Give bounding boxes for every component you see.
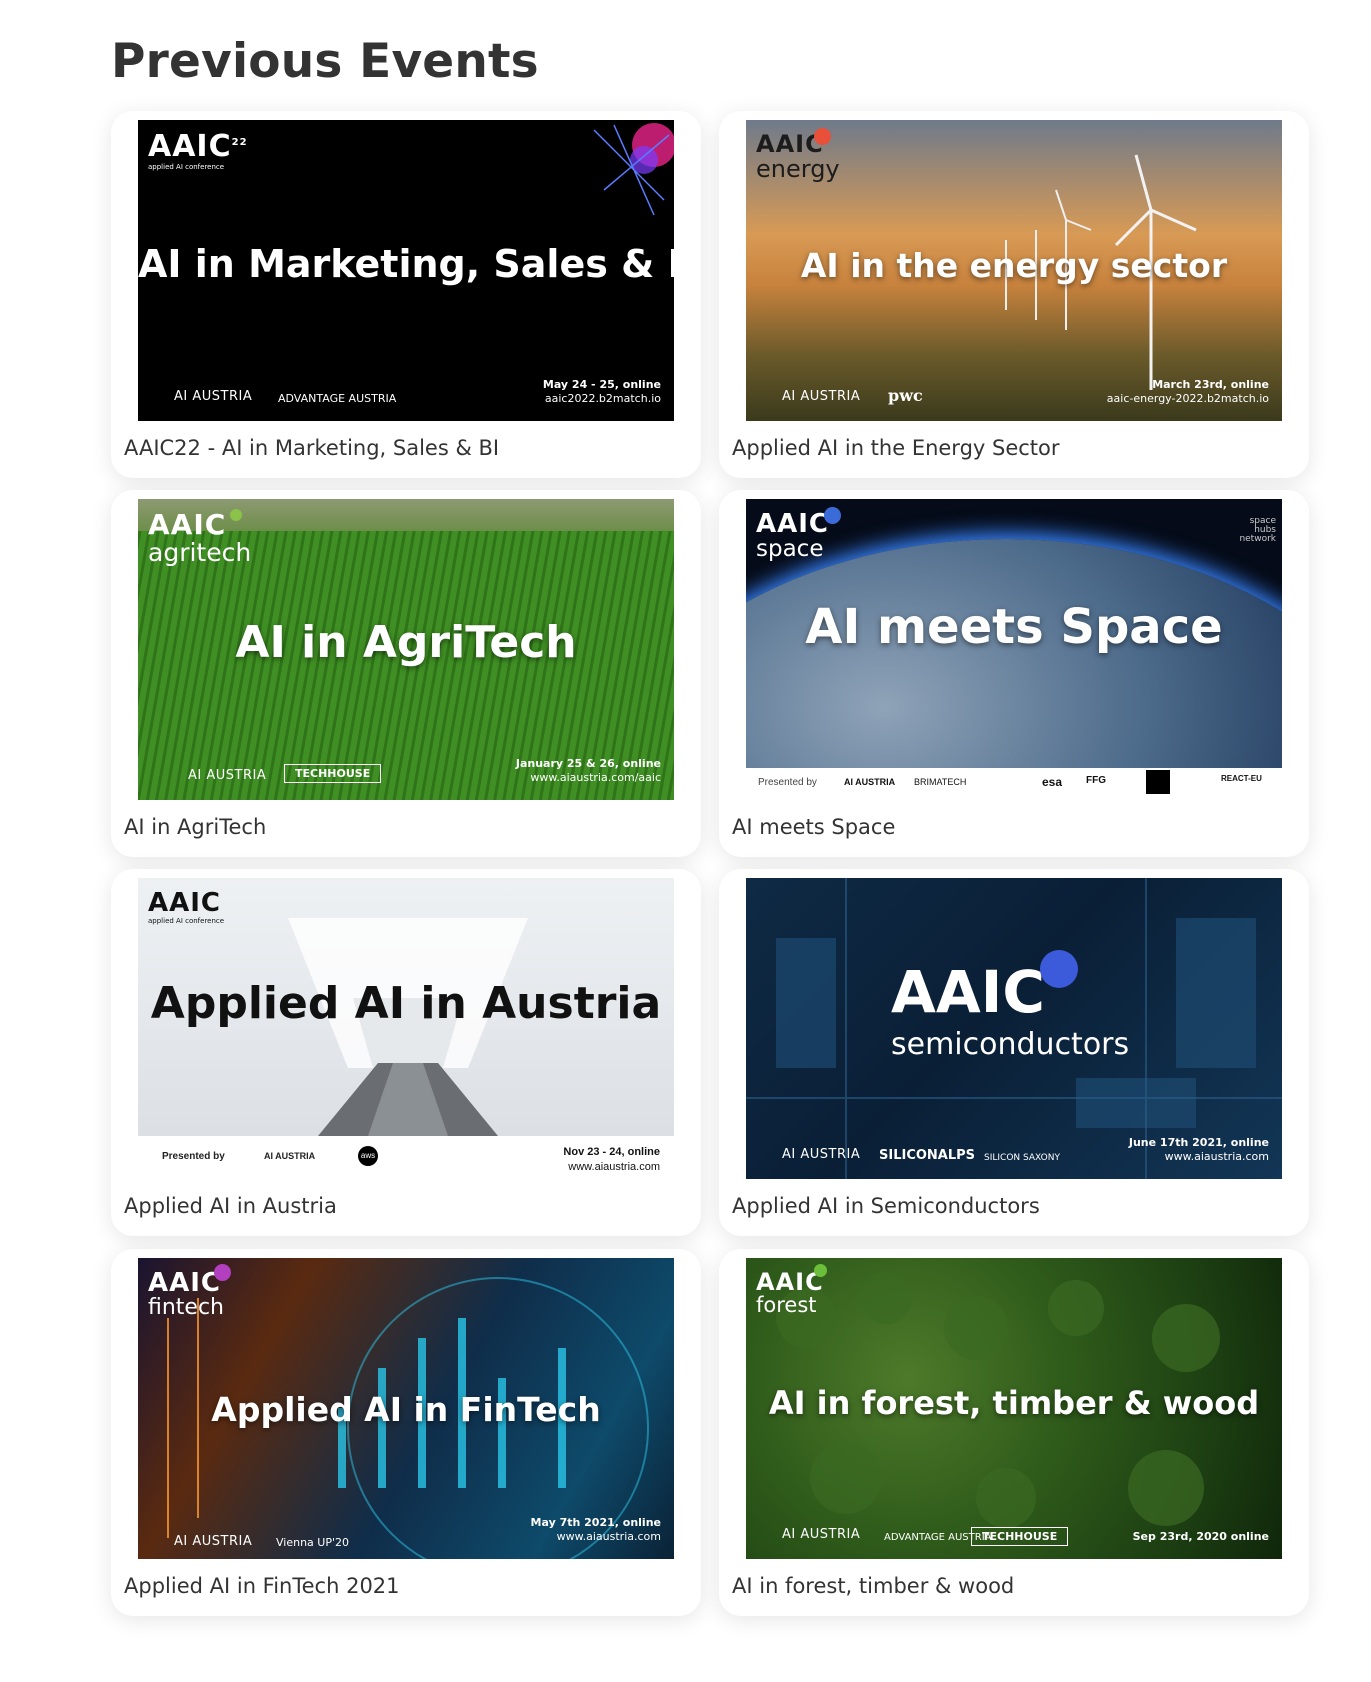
advantage-austria-logo: ADVANTAGE AUSTRIA <box>278 392 397 405</box>
event-title[interactable]: AI meets Space <box>732 815 895 839</box>
earth-graphic <box>746 539 1282 800</box>
space-hubs-logo: space hubs network <box>1239 516 1276 544</box>
event-title[interactable]: AI in forest, timber & wood <box>732 1574 1014 1598</box>
pwc-logo: pwc <box>888 386 923 405</box>
vienna-up-logo: Vienna UP'20 <box>276 1536 349 1549</box>
aaic-logo: AAIC applied AI conference <box>148 888 225 925</box>
event-headline: AI in Marketing, Sales & BI <box>138 242 674 286</box>
event-title[interactable]: Applied AI in FinTech 2021 <box>124 1574 400 1598</box>
ai-austria-logo: AI AUSTRIA <box>188 768 267 783</box>
event-banner-space[interactable]: AAIC space space hubs network AI meets S… <box>746 499 1282 800</box>
leaf-icon <box>814 1264 827 1277</box>
siliconalps-logo: SILICONALPS <box>879 1148 976 1163</box>
techhouse-logo: TECHHOUSE <box>284 764 382 783</box>
page-title: Previous Events <box>111 34 539 89</box>
event-url: www.aiaustria.com/aaic <box>530 771 661 784</box>
ffg-logo: FFG <box>1086 775 1106 786</box>
event-card-marketing[interactable]: AAIC22 applied AI conference AI in Marke… <box>111 111 701 478</box>
event-date: January 25 & 26, online <box>515 757 661 770</box>
event-card-austria[interactable]: AAIC applied AI conference Applied AI in… <box>111 869 701 1236</box>
ai-austria-logo: AI AUSTRIA <box>174 389 253 404</box>
event-date: Nov 23 - 24, online <box>563 1146 660 1158</box>
event-headline: AI in AgriTech <box>235 617 577 668</box>
aaic-space-logo: AAIC space <box>756 509 829 562</box>
trend-icon <box>214 1264 231 1281</box>
energy-icon <box>814 128 831 145</box>
silicon-saxony-logo: SILICON SAXONY <box>984 1153 1060 1163</box>
react-eu-logo: REACT-EU <box>1221 774 1262 783</box>
event-url: www.aiaustria.com <box>568 1161 660 1173</box>
ai-austria-logo: AI AUSTRIA <box>782 1527 861 1542</box>
event-url: www.aiaustria.com <box>1164 1150 1269 1163</box>
sprout-icon <box>230 509 242 521</box>
event-title[interactable]: Applied AI in Semiconductors <box>732 1194 1040 1218</box>
event-banner-forest[interactable]: AAIC forest AI in forest, timber & wood … <box>746 1258 1282 1559</box>
event-card-space[interactable]: AAIC space space hubs network AI meets S… <box>719 490 1309 857</box>
event-headline: AI in the energy sector <box>800 246 1228 285</box>
event-card-agritech[interactable]: AAIC agritech AI in AgriTech AI AUSTRIA … <box>111 490 701 857</box>
event-date: May 7th 2021, online <box>530 1516 661 1529</box>
event-title[interactable]: AI in AgriTech <box>124 815 266 839</box>
event-date: May 24 - 25, online <box>542 378 661 391</box>
event-date: Sep 23rd, 2020 online <box>1132 1530 1269 1543</box>
event-banner-marketing[interactable]: AAIC22 applied AI conference AI in Marke… <box>138 120 674 421</box>
event-date: June 17th 2021, online <box>1128 1136 1269 1149</box>
event-headline: AI in forest, timber & wood <box>768 1384 1260 1422</box>
event-banner-agritech[interactable]: AAIC agritech AI in AgriTech AI AUSTRIA … <box>138 499 674 800</box>
ai-austria-logo: AI AUSTRIA <box>782 1147 861 1162</box>
esa-logo: esa <box>1042 775 1063 789</box>
aws-logo: aws <box>358 1146 378 1166</box>
event-title[interactable]: Applied AI in Austria <box>124 1194 337 1218</box>
event-card-fintech[interactable]: AAIC fintech Applied AI in FinTech AI AU… <box>111 1249 701 1616</box>
aaic-fintech-logo: AAIC fintech <box>148 1268 225 1320</box>
event-title[interactable]: Applied AI in the Energy Sector <box>732 436 1060 460</box>
ai-austria-logo: AI AUSTRIA <box>782 389 861 404</box>
brimatech-logo: BRIMATECH <box>914 777 967 787</box>
event-banner-energy[interactable]: AAIC energy AI in the energy sector AI A… <box>746 120 1282 421</box>
flower-graphic <box>593 123 674 216</box>
event-title[interactable]: AAIC22 - AI in Marketing, Sales & BI <box>124 436 499 460</box>
aaic-semiconductors-logo: AAIC semiconductors <box>891 958 1130 1062</box>
event-url: aaic2022.b2match.io <box>544 392 661 405</box>
event-banner-austria[interactable]: AAIC applied AI conference Applied AI in… <box>138 878 674 1179</box>
event-card-semiconductors[interactable]: AAIC semiconductors AI AUSTRIA SILICONAL… <box>719 869 1309 1236</box>
aaic-forest-logo: AAIC forest <box>756 1268 824 1317</box>
sponsor-bar: Presented by AI AUSTRIA aws Nov 23 - 24,… <box>138 1136 674 1179</box>
event-url: aaic-energy-2022.b2match.io <box>1106 392 1269 405</box>
sponsor-bar: Presented by AI AUSTRIA BRIMATECH esa FF… <box>746 768 1282 800</box>
event-banner-semiconductors[interactable]: AAIC semiconductors AI AUSTRIA SILICONAL… <box>746 878 1282 1179</box>
techhouse-logo: TECHHOUSE <box>971 1527 1069 1546</box>
globe-icon <box>824 507 841 524</box>
ai-austria-logo: AI AUSTRIA <box>174 1534 253 1549</box>
event-url: www.aiaustria.com <box>556 1530 661 1543</box>
event-headline: Applied AI in FinTech <box>211 1390 601 1429</box>
aaic-logo: AAIC22 applied AI conference <box>148 129 248 171</box>
event-card-energy[interactable]: AAIC energy AI in the energy sector AI A… <box>719 111 1309 478</box>
event-banner-fintech[interactable]: AAIC fintech Applied AI in FinTech AI AU… <box>138 1258 674 1559</box>
event-date: March 23rd, online <box>1152 378 1269 391</box>
ai-austria-logo: AI AUSTRIA <box>844 777 896 787</box>
ai-austria-logo: AI AUSTRIA <box>264 1151 316 1161</box>
vienna-logo <box>1146 770 1170 794</box>
event-card-forest[interactable]: AAIC forest AI in forest, timber & wood … <box>719 1249 1309 1616</box>
event-headline: AI meets Space <box>805 599 1223 655</box>
event-headline: Applied AI in Austria <box>150 978 662 1029</box>
cloud-chip-icon <box>1040 950 1078 988</box>
